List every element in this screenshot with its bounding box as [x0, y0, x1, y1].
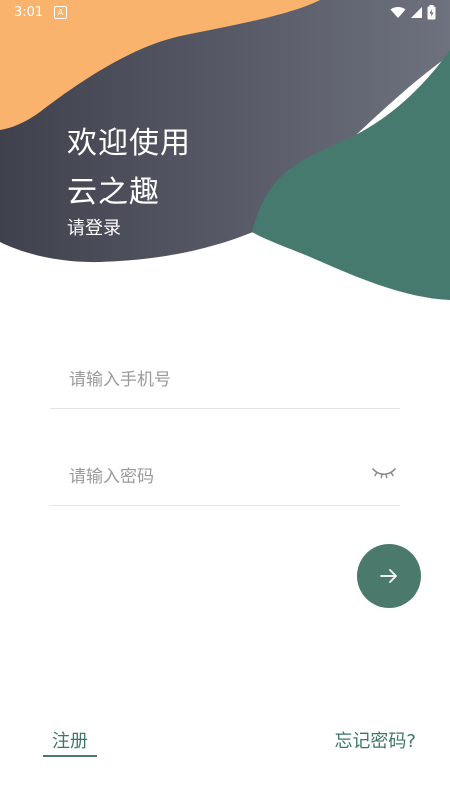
wifi-icon	[390, 7, 406, 19]
login-subtitle: 请登录	[67, 218, 121, 239]
status-icons	[390, 5, 436, 20]
arrow-right-icon	[380, 569, 397, 583]
battery-icon	[427, 5, 436, 20]
forgot-password-link[interactable]: 忘记密码?	[334, 727, 416, 753]
welcome-title-line2: 云之趣	[67, 175, 160, 210]
password-input[interactable]	[67, 449, 371, 505]
phone-field	[50, 352, 400, 409]
password-field	[50, 449, 400, 506]
notification-icon: A	[54, 6, 67, 19]
signal-icon	[411, 7, 422, 18]
eye-closed-icon[interactable]	[370, 463, 398, 483]
register-link[interactable]: 注册	[43, 727, 97, 757]
login-submit-button[interactable]	[357, 544, 421, 608]
welcome-title-line1: 欢迎使用	[67, 126, 191, 161]
phone-input[interactable]	[67, 352, 371, 408]
status-bar: 3:01 A	[0, 0, 450, 26]
status-time: 3:01	[14, 5, 44, 20]
